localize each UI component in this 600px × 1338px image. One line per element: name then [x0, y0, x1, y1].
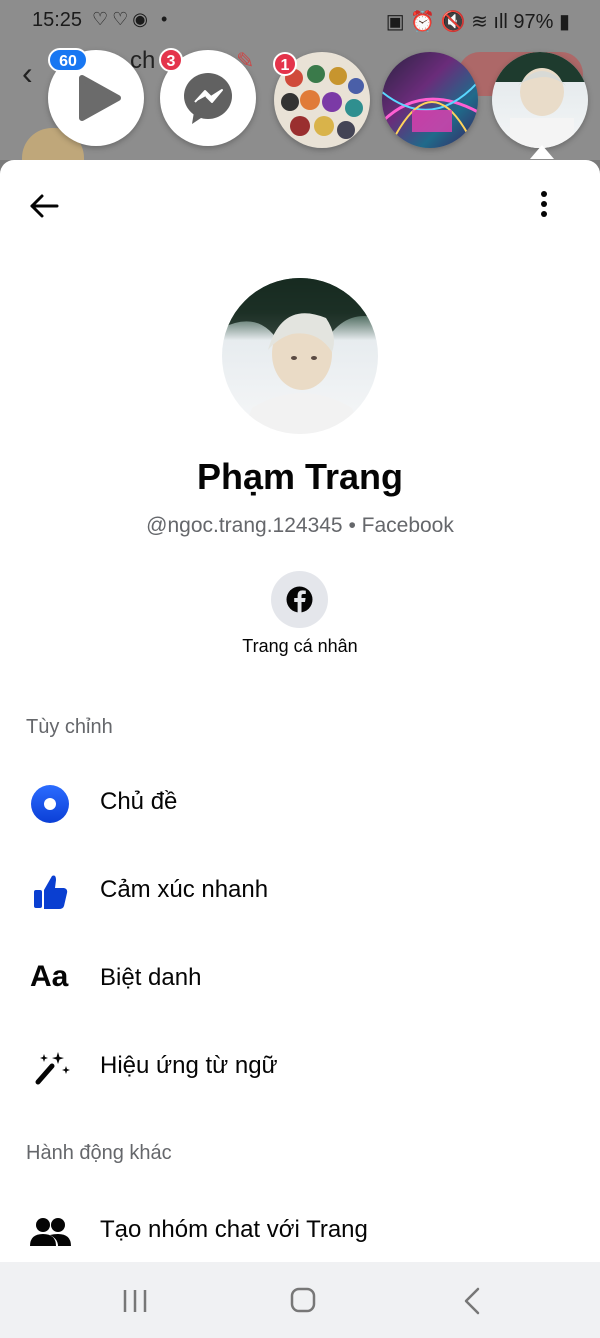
section-heading-customize: Tùy chỉnh	[26, 716, 113, 738]
group-people-icon	[30, 1218, 71, 1246]
active-head-pointer	[530, 145, 554, 159]
menu-item-label: Tạo nhóm chat với Trang	[100, 1216, 368, 1243]
profile-handle: @ngoc.trang.124345 • Facebook	[146, 514, 454, 537]
profile-button-label: Trang cá nhân	[242, 636, 358, 656]
theme-icon	[31, 785, 69, 823]
home-icon[interactable]	[288, 1284, 318, 1318]
contact-photo	[492, 52, 588, 148]
notification-icons: ♡♡◉ •	[92, 9, 172, 29]
facebook-profile-button[interactable]	[271, 571, 328, 628]
nickname-icon: Aa	[30, 960, 69, 993]
profile-sheet: Phạm Trang @ngoc.trang.124345 • Facebook…	[0, 160, 600, 1262]
recent-apps-icon[interactable]	[120, 1284, 150, 1318]
badge-video-count: 60	[48, 48, 88, 72]
badge-messenger-count: 3	[159, 48, 183, 72]
menu-item-label: Cảm xúc nhanh	[100, 876, 269, 903]
background-back-icon: ‹	[22, 55, 33, 91]
thumbs-up-icon	[34, 875, 68, 909]
status-bar: 15:25 ♡♡◉ • ▣ ⏰ 🔇 ≋ ıll 97% ▮	[0, 0, 600, 40]
status-time: 15:25	[32, 9, 83, 31]
back-arrow-icon[interactable]	[26, 188, 62, 224]
profile-photo	[222, 278, 378, 434]
menu-item-quick-reaction[interactable]: Cảm xúc nhanh	[0, 852, 600, 928]
battery-icon: ▮	[558, 11, 570, 33]
status-right: ▣ ⏰ 🔇 ≋ ıll 97% ▮	[386, 9, 570, 34]
menu-item-nickname[interactable]: Aa Biệt danh	[0, 940, 600, 1016]
menu-item-theme[interactable]: Chủ đề	[0, 764, 600, 840]
chat-head-neon[interactable]	[382, 52, 478, 148]
neon-art-image	[382, 81, 478, 143]
system-icons: ▣ ⏰ 🔇 ≋ ıll	[385, 11, 514, 33]
menu-item-word-effects[interactable]: Hiệu ứng từ ngữ	[0, 1028, 600, 1104]
menu-item-label: Biệt danh	[100, 964, 202, 991]
chat-head-active-contact[interactable]	[492, 52, 588, 148]
back-nav-icon[interactable]	[458, 1284, 488, 1318]
battery-level: 97%	[513, 11, 554, 33]
badge-group-count: 1	[273, 52, 297, 76]
more-options-icon[interactable]	[530, 186, 558, 222]
profile-name: Phạm Trang	[196, 456, 404, 497]
section-heading-other-actions: Hành động khác	[26, 1142, 172, 1164]
menu-item-label: Chủ đề	[100, 788, 178, 815]
menu-item-label: Hiệu ứng từ ngữ	[100, 1052, 278, 1079]
facebook-icon	[286, 586, 313, 613]
magic-wand-icon	[35, 1052, 70, 1085]
profile-avatar	[222, 278, 378, 434]
menu-item-create-group[interactable]: Tạo nhóm chat với Trang	[0, 1192, 600, 1262]
system-navigation-bar	[0, 1262, 600, 1338]
